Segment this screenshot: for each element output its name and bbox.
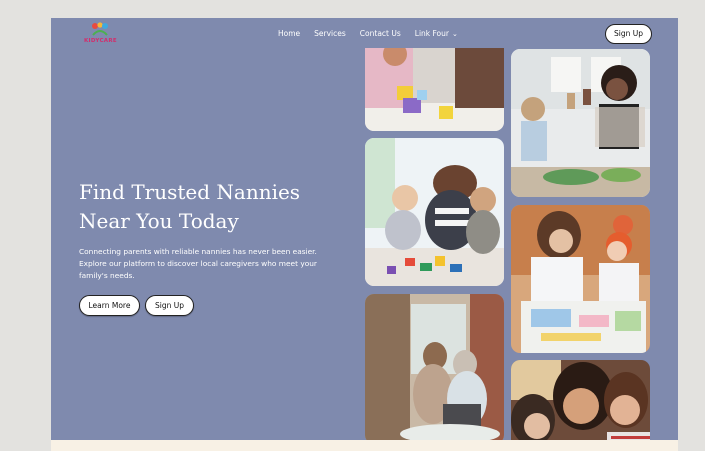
photo-high-five-kitchen xyxy=(511,49,650,197)
hero-section: KIDYCARE Home Services Contact Us Link F… xyxy=(51,18,678,451)
next-section-strip xyxy=(51,440,678,451)
hero-signup-button[interactable]: Sign Up xyxy=(145,295,194,316)
hero-title-line1: Find Trusted Nannies xyxy=(79,180,301,204)
photo-mom-kids-smiling xyxy=(511,360,650,451)
nav-services[interactable]: Services xyxy=(314,29,346,38)
learn-more-button[interactable]: Learn More xyxy=(79,295,140,316)
photo-nanny-teaching-child xyxy=(511,205,650,353)
chevron-down-icon: ⌄ xyxy=(451,30,458,38)
photo-kids-stacking-cups xyxy=(365,48,504,131)
nav-home[interactable]: Home xyxy=(278,29,300,38)
photo-mother-daughter-laptop xyxy=(365,294,504,444)
hero-title: Find Trusted Nannies Near You Today xyxy=(79,178,349,236)
nav-contact-us[interactable]: Contact Us xyxy=(360,29,401,38)
header-signup-button[interactable]: Sign Up xyxy=(605,24,652,44)
logo-mark-icon xyxy=(92,22,108,36)
nav-link-four[interactable]: Link Four ⌄ xyxy=(415,29,458,38)
hero-subtitle: Connecting parents with reliable nannies… xyxy=(79,247,317,280)
nav-link-four-label: Link Four xyxy=(414,29,449,38)
main-nav: Home Services Contact Us Link Four ⌄ xyxy=(278,29,472,38)
brand-name: KIDYCARE xyxy=(84,38,117,44)
hero-title-line2: Near You Today xyxy=(79,209,239,233)
brand-logo[interactable]: KIDYCARE xyxy=(84,22,117,48)
photo-nanny-playing-blocks xyxy=(365,138,504,286)
